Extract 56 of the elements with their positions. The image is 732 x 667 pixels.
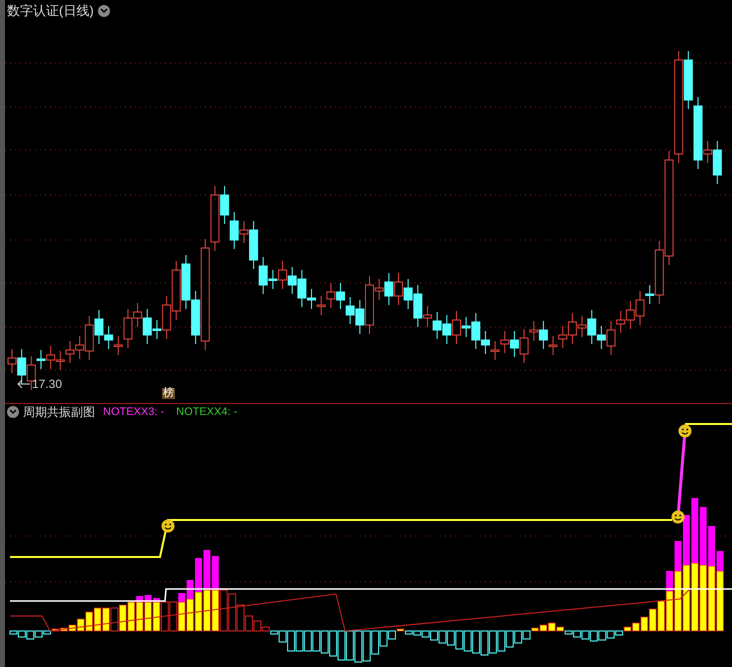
candlestick — [510, 330, 519, 358]
candlestick — [65, 340, 74, 364]
dropdown-icon[interactable] — [7, 406, 19, 418]
candlestick — [500, 330, 510, 354]
indicator-value: NOTEXX3: - — [103, 404, 164, 420]
histogram-bar — [590, 630, 598, 642]
histogram-bar — [160, 602, 169, 632]
histogram-bar — [455, 630, 464, 650]
candlestick — [288, 266, 297, 294]
histogram-bar — [228, 594, 236, 632]
candlestick — [442, 314, 452, 344]
candlestick — [394, 272, 403, 306]
histogram-bar — [118, 604, 127, 632]
histogram-bar — [178, 593, 186, 632]
price-label: 17.30 — [32, 378, 62, 390]
histogram-bar — [506, 630, 514, 648]
candlestick — [172, 260, 181, 320]
candlestick — [326, 282, 336, 308]
histogram-bar — [304, 630, 312, 652]
indicator-title: 周期共振副图 — [23, 404, 95, 421]
step-line — [685, 423, 732, 425]
histogram-bar — [329, 630, 338, 656]
histogram-bar — [497, 630, 506, 652]
histogram-bar — [464, 630, 472, 652]
candlestick — [490, 340, 500, 360]
chart-title: 数字认证(日线) — [7, 2, 94, 20]
candlestick — [56, 350, 65, 370]
smiley-icon — [162, 520, 174, 532]
indicator-value: NOTEXX4: - — [176, 404, 238, 420]
smiley-icon — [672, 510, 684, 524]
histogram-bar — [169, 602, 178, 632]
smiley-icon — [678, 424, 692, 438]
dropdown-icon[interactable] — [98, 5, 110, 17]
histogram-bar — [598, 630, 606, 640]
candlestick — [316, 296, 326, 316]
histogram-bar — [110, 608, 118, 632]
candlestick — [558, 326, 568, 348]
candlestick — [404, 278, 413, 310]
histogram-bar — [127, 602, 136, 632]
pointer-icon — [17, 380, 30, 388]
candlestick — [432, 312, 442, 340]
histogram-bar — [472, 630, 480, 654]
histogram-bar — [446, 630, 455, 646]
histogram-bar — [312, 630, 320, 652]
candlestick — [336, 282, 346, 310]
candlestick — [346, 296, 355, 324]
candlestick — [46, 346, 56, 370]
histogram-bar — [362, 630, 371, 662]
histogram-bar — [346, 630, 354, 660]
histogram-bar — [26, 630, 34, 640]
histogram-bar — [354, 630, 362, 662]
histogram-bar — [320, 630, 329, 654]
histogram-bar — [488, 630, 497, 654]
candlestick — [626, 300, 635, 330]
marker-label: 榜 — [162, 388, 175, 399]
candlestick — [181, 254, 190, 310]
